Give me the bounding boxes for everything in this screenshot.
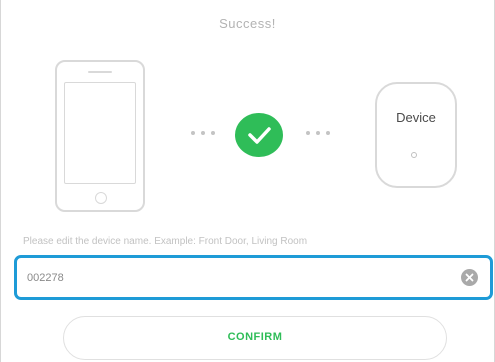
- success-screen: Success! Device Please edit the device n…: [0, 0, 495, 362]
- device-name-input[interactable]: [27, 258, 447, 297]
- phone-home-button: [95, 192, 107, 204]
- confirm-button[interactable]: CONFIRM: [63, 316, 447, 360]
- check-icon: [235, 113, 283, 157]
- connection-dots-right: [306, 131, 330, 135]
- phone-screen: [64, 82, 136, 184]
- device-icon: Device: [375, 82, 457, 188]
- dot: [191, 131, 195, 135]
- phone-speaker: [88, 71, 112, 73]
- clear-icon[interactable]: [461, 269, 478, 286]
- check-mark-svg: [248, 127, 271, 144]
- page-title: Success!: [219, 16, 276, 31]
- device-name-hint: Please edit the device name. Example: Fr…: [23, 236, 308, 247]
- device-label: Device: [396, 110, 436, 125]
- dot: [326, 131, 330, 135]
- connection-dots-left: [191, 131, 215, 135]
- smartphone-icon: [55, 60, 145, 212]
- device-name-field[interactable]: [14, 255, 493, 300]
- dot: [306, 131, 310, 135]
- device-indicator-light: [411, 152, 417, 158]
- dot: [211, 131, 215, 135]
- clear-x-svg: [465, 273, 474, 282]
- dot: [316, 131, 320, 135]
- dot: [201, 131, 205, 135]
